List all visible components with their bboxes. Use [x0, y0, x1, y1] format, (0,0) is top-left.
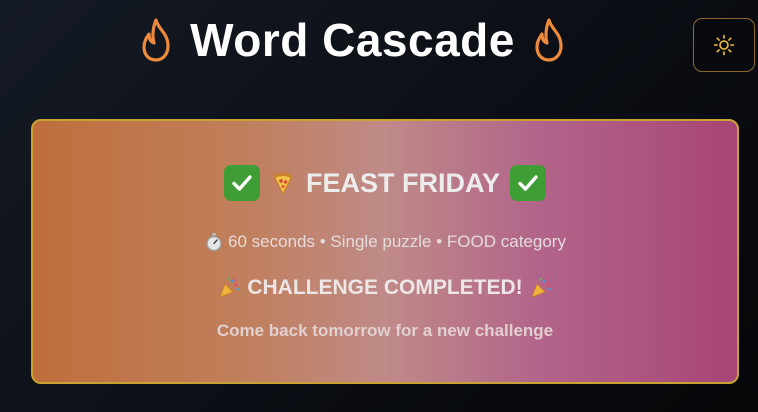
party-popper-icon	[530, 277, 552, 298]
page-title: Word Cascade	[190, 14, 515, 66]
challenge-title: FEAST FRIDAY	[305, 167, 501, 198]
flame-icon	[535, 18, 563, 62]
check-icon	[223, 165, 260, 201]
challenge-status-text: CHALLENGE COMPLETED!	[247, 276, 523, 299]
app-header: Word Cascade	[0, 0, 705, 80]
comeback-message: Come back tomorrow for a new challenge	[216, 321, 554, 340]
challenge-meta: 60 seconds • Single puzzle • FOOD catego…	[33, 232, 737, 252]
challenge-title-row: FEAST FRIDAY	[33, 165, 737, 201]
stopwatch-icon	[206, 233, 222, 252]
pizza-icon	[273, 172, 293, 196]
theme-toggle-button[interactable]	[693, 18, 755, 72]
flame-icon	[142, 18, 170, 62]
check-icon	[510, 165, 547, 201]
party-popper-icon	[219, 277, 241, 298]
sun-icon	[713, 34, 735, 56]
daily-challenge-card: FEAST FRIDAY 60 seconds • Single puzzle …	[31, 119, 739, 384]
challenge-meta-text: 60 seconds • Single puzzle • FOOD catego…	[228, 232, 566, 251]
challenge-status: CHALLENGE COMPLETED!	[33, 276, 737, 300]
